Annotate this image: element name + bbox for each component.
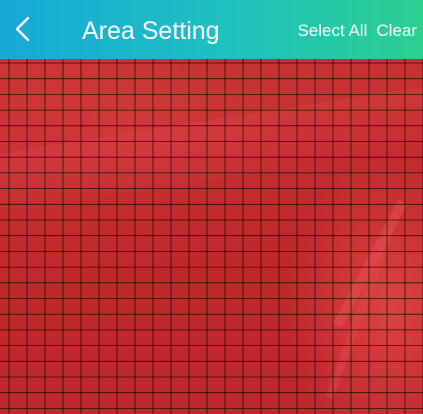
header-bar: Area Setting Select All Clear bbox=[0, 0, 423, 59]
header-actions: Select All Clear bbox=[297, 20, 417, 42]
back-button[interactable] bbox=[8, 12, 38, 46]
clear-button[interactable]: Clear bbox=[376, 20, 417, 42]
camera-preview bbox=[0, 59, 423, 414]
area-setting-screen: Area Setting Select All Clear bbox=[0, 0, 423, 414]
chevron-left-icon bbox=[15, 16, 30, 42]
area-selection-grid[interactable] bbox=[0, 59, 423, 414]
select-all-button[interactable]: Select All bbox=[297, 20, 367, 42]
page-title: Area Setting bbox=[82, 17, 220, 45]
